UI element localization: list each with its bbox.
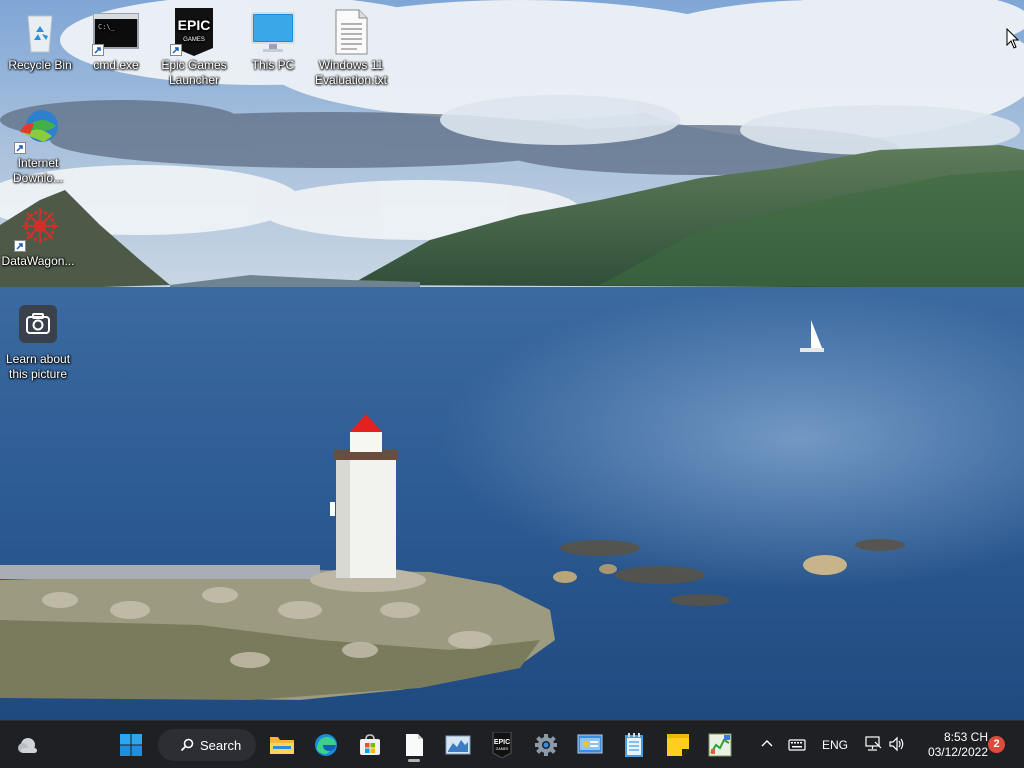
- taskbar-sticky-notes-button[interactable]: [660, 727, 696, 763]
- taskbar-microsoft-store-button[interactable]: [352, 727, 388, 763]
- task-manager-icon: [708, 733, 732, 757]
- internet-download-manager-icon: [14, 106, 62, 154]
- search-icon: [180, 738, 194, 752]
- desktop-icon-recycle-bin[interactable]: Recycle Bin: [0, 8, 80, 73]
- svg-text:EPIC: EPIC: [494, 739, 510, 746]
- weather-cloud-icon: [18, 738, 37, 753]
- desktop-icon-cmd[interactable]: C:\_ cmd.exe: [76, 8, 156, 73]
- svg-text:EPIC: EPIC: [178, 17, 211, 33]
- notification-badge[interactable]: 2: [988, 736, 1005, 753]
- epic-games-icon: EPIC GAMES: [170, 8, 218, 56]
- tray-overflow-button[interactable]: [760, 737, 778, 753]
- desktop-icon-label: Epic Games Launcher: [161, 58, 227, 87]
- taskbar-search-button[interactable]: Search: [158, 729, 256, 761]
- epic-games-icon: EPIC GAMES: [492, 732, 512, 758]
- desktop-icon-label: DataWagon...: [1, 254, 75, 268]
- shortcut-arrow-icon: [170, 44, 182, 56]
- tray-network-button[interactable]: [864, 736, 882, 757]
- tray-keyboard-button[interactable]: [788, 738, 806, 757]
- folder-icon: [270, 737, 294, 754]
- desktop-icon-label: cmd.exe: [93, 58, 139, 72]
- text-file-icon: [406, 734, 423, 756]
- taskbar-task-manager-button[interactable]: [702, 727, 738, 763]
- desktop-icon-this-pc[interactable]: This PC: [233, 8, 313, 73]
- datawagon-icon: [14, 204, 62, 252]
- desktop-icon-text-file[interactable]: Windows 11 Evaluation.txt: [311, 8, 391, 88]
- taskbar-notepad-file-button[interactable]: [396, 727, 432, 763]
- taskbar-chart-app-button[interactable]: [440, 727, 476, 763]
- notepad-icon: [625, 733, 643, 757]
- desktop-icon-epic-games[interactable]: EPIC GAMES Epic Games Launcher: [154, 8, 234, 88]
- search-label: Search: [200, 737, 242, 753]
- svg-text:GAMES: GAMES: [496, 747, 509, 751]
- control-panel-icon: [577, 734, 603, 754]
- desktop-icon-learn-about-picture[interactable]: Learn about this picture: [0, 302, 78, 382]
- clock-time: 8:53 CH: [943, 730, 988, 744]
- chevron-up-icon: [761, 740, 773, 747]
- desktop-icon-datawagon[interactable]: DataWagon...: [0, 204, 78, 269]
- gear-icon: [535, 734, 557, 756]
- taskbar-settings-button[interactable]: [528, 727, 564, 763]
- desktop-icon-label: This PC: [251, 58, 295, 72]
- edge-browser-icon: [315, 734, 337, 756]
- store-bag-icon: [360, 734, 380, 755]
- svg-text:C:\_: C:\_: [98, 23, 116, 31]
- monitor-icon: [249, 8, 297, 56]
- tray-language-indicator[interactable]: ENG: [822, 738, 848, 752]
- shortcut-arrow-icon: [14, 142, 26, 154]
- terminal-icon: C:\_: [92, 8, 140, 56]
- clock-date: 03/12/2022: [927, 745, 988, 759]
- network-icon: [865, 736, 882, 751]
- taskbar-file-explorer-button[interactable]: [264, 727, 300, 763]
- desktop-icon-internet-download-manager[interactable]: Internet Downlo...: [0, 106, 78, 186]
- desktop-wallpaper: [0, 0, 1024, 720]
- camera-icon: [14, 302, 62, 350]
- shortcut-arrow-icon: [14, 240, 26, 252]
- desktop-icon-label: Recycle Bin: [8, 58, 72, 72]
- taskbar-start-button[interactable]: [113, 727, 149, 763]
- tray-clock-button[interactable]: 8:53 CH 03/12/2022: [914, 730, 988, 760]
- taskbar-epic-games-button[interactable]: EPIC GAMES: [484, 727, 520, 763]
- taskbar-control-panel-button[interactable]: [572, 727, 608, 763]
- tray-volume-button[interactable]: [888, 736, 906, 757]
- desktop-icon-label: Windows 11 Evaluation.txt: [314, 58, 388, 87]
- taskbar-edge-button[interactable]: [308, 727, 344, 763]
- recycle-bin-icon: [16, 8, 64, 56]
- shortcut-arrow-icon: [92, 44, 104, 56]
- taskbar-notepad-button[interactable]: [616, 727, 652, 763]
- desktop-icon-label: Learn about this picture: [5, 352, 71, 381]
- chart-app-icon: [445, 735, 471, 755]
- svg-text:GAMES: GAMES: [183, 37, 205, 43]
- speaker-icon: [889, 736, 904, 752]
- taskbar: Search EPIC GAMES ENG 8:53 CH 03/12/2022…: [0, 720, 1024, 768]
- mouse-cursor-icon: [1006, 28, 1020, 49]
- windows-start-icon: [120, 734, 142, 756]
- text-file-icon: [327, 8, 375, 56]
- taskbar-widgets-button[interactable]: [10, 727, 46, 763]
- sticky-note-icon: [667, 734, 689, 756]
- desktop-icon-label: Internet Downlo...: [12, 156, 64, 185]
- keyboard-icon: [788, 739, 806, 751]
